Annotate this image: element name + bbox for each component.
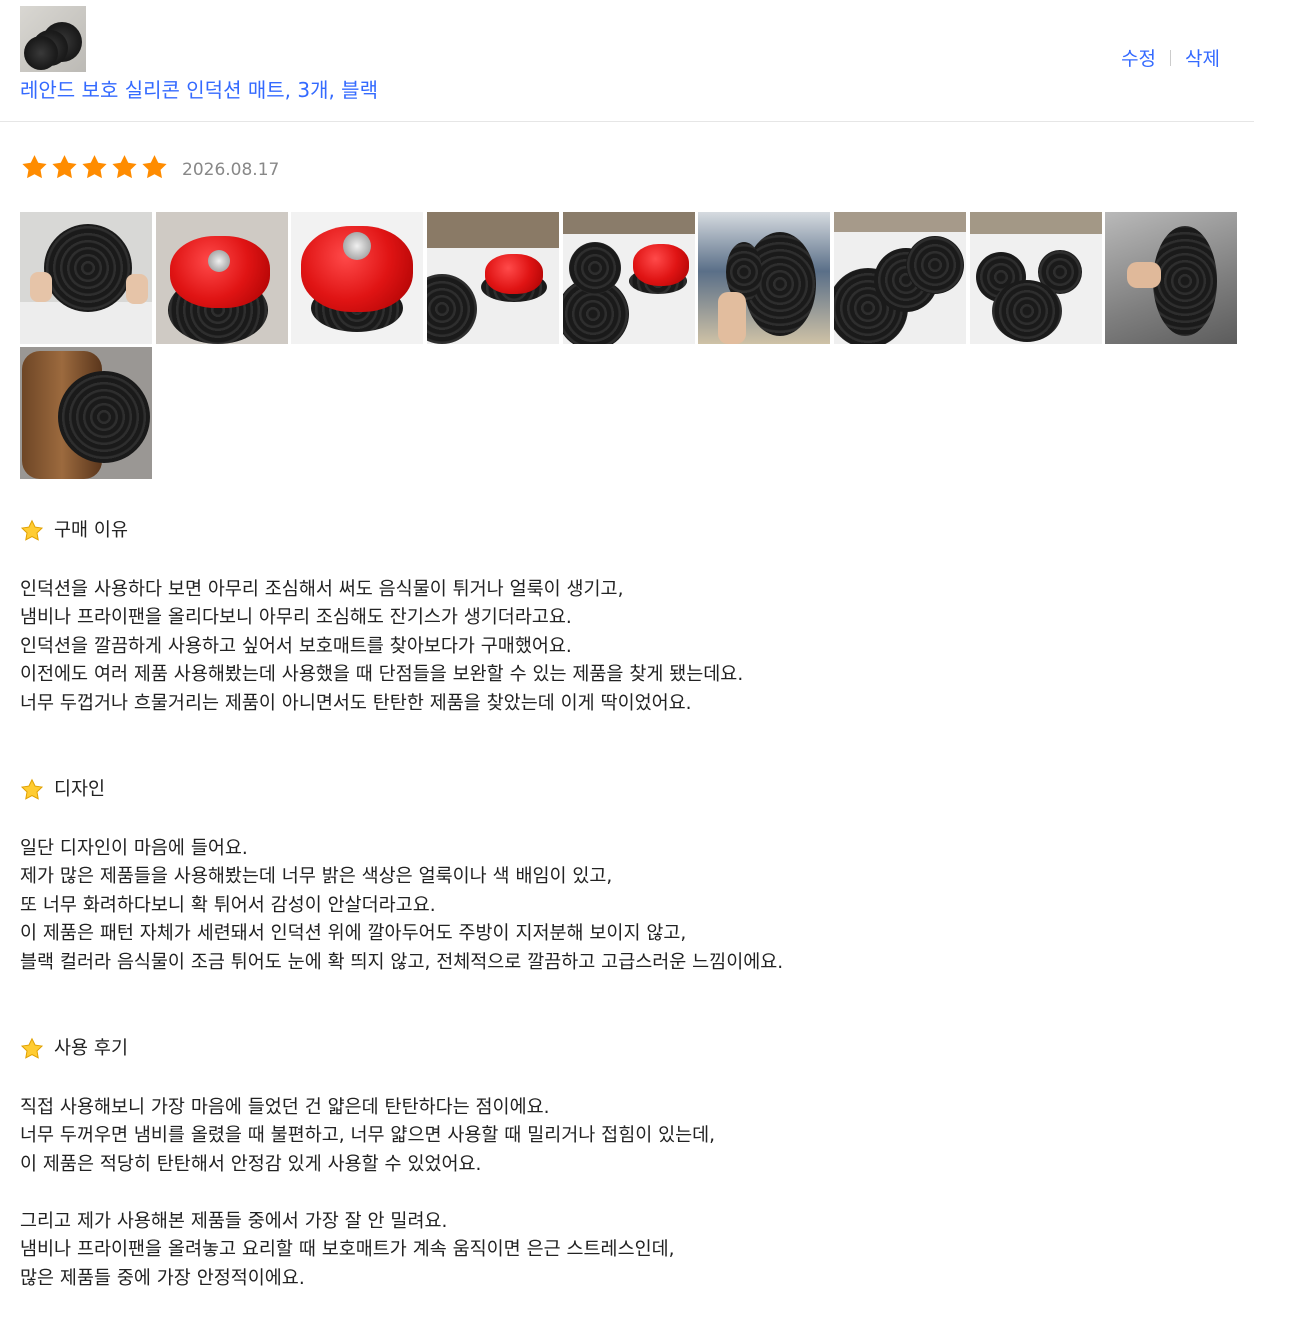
review-photo-3[interactable] [291, 212, 423, 344]
section-title: 사용 후기 [20, 1033, 1240, 1065]
red-pot-shape [170, 236, 270, 308]
lid-knob-shape [343, 232, 371, 260]
review-photo-2[interactable] [156, 212, 288, 344]
review-text-line: 냄비나 프라이팬을 올려놓고 요리할 때 보호매트가 계속 움직이면 은근 스트… [20, 1239, 675, 1260]
mat-shape [992, 280, 1062, 342]
star-emoji-icon [20, 1037, 44, 1059]
red-pot-shape [633, 244, 689, 286]
review-body: 구매 이유인덕션을 사용하다 보면 아무리 조심해서 써도 음식물이 튀거나 얼… [20, 515, 1240, 1293]
mat-shape [1153, 226, 1217, 336]
review-text-line [20, 547, 1240, 576]
review-text-line: 이 제품은 패턴 자체가 세련돼서 인덕션 위에 깔아두어도 주방이 지저분해 … [20, 923, 687, 944]
product-name-link[interactable]: 레안드 보호 실리콘 인덕션 매트, 3개, 블랙 [20, 74, 378, 103]
review-photo-1[interactable] [20, 212, 152, 344]
review-actions: 수정 삭제 [1121, 44, 1220, 71]
review-photo-5[interactable] [563, 212, 695, 344]
review-text-line: 이전에도 여러 제품 사용해봤는데 사용했을 때 단점들을 보완할 수 있는 제… [20, 664, 744, 685]
review-date: 2026.08.17 [182, 159, 280, 180]
mat-shape [569, 242, 621, 294]
review-text-line: 일단 디자인이 마음에 들어요. [20, 837, 248, 859]
review-text-line [20, 806, 1240, 835]
review-photo-8[interactable] [970, 212, 1102, 344]
backsplash [834, 212, 966, 232]
lid-knob-shape [208, 250, 230, 272]
review-text-line: 인덕션을 깔끔하게 사용하고 싶어서 보호매트를 찾아보다가 구매했어요. [20, 635, 572, 657]
review-text-line: 그리고 제가 사용해본 제품들 중에서 가장 잘 안 밀려요. [20, 1210, 448, 1232]
action-divider [1170, 49, 1172, 66]
hand-shape [126, 274, 148, 304]
mat-shape [58, 371, 150, 463]
review-photo-7[interactable] [834, 212, 966, 344]
review-text-line: 인덕션을 사용하다 보면 아무리 조심해서 써도 음식물이 튀거나 얼룩이 생기… [20, 578, 624, 600]
hand-shape [30, 272, 52, 302]
backsplash [970, 212, 1102, 234]
hand-shape [718, 292, 746, 344]
section-title: 구매 이유 [20, 515, 1240, 547]
review-text-line: 또 너무 화려하다보니 확 튀어서 감성이 안살더라고요. [20, 894, 436, 916]
review-photo-10[interactable] [20, 347, 152, 479]
mat-shape [44, 224, 132, 312]
review-text-line: 너무 두껍거나 흐물거리는 제품이 아니면서도 탄탄한 제품을 찾았는데 이게 … [20, 692, 692, 714]
red-pot-shape [485, 254, 543, 294]
mat-shape [24, 36, 58, 70]
review-header: 레안드 보호 실리콘 인덕션 매트, 3개, 블랙 수정 삭제 [0, 0, 1254, 122]
product-thumbnail[interactable] [20, 6, 86, 72]
review-text-line: 너무 두꺼우면 냄비를 올렸을 때 불편하고, 너무 얇으면 사용할 때 밀리거… [20, 1125, 716, 1146]
edit-button[interactable]: 수정 [1121, 44, 1156, 71]
review-text-line: 블랙 컬러라 음식물이 조금 튀어도 눈에 확 띄지 않고, 전체적으로 깔끔하… [20, 951, 784, 973]
review-text-line: 이 제품은 적당히 탄탄해서 안정감 있게 사용할 수 있었어요. [20, 1153, 482, 1175]
rating-star-icon [20, 153, 50, 186]
rating-star-icon [80, 153, 110, 186]
review-text-line: 냄비나 프라이팬을 올리다보니 아무리 조심해도 잔기스가 생기더라고요. [20, 607, 572, 628]
hand-shape [1127, 262, 1161, 288]
section-title-text: 디자인 [54, 778, 106, 800]
star-rating [20, 153, 170, 186]
review-text-line: 많은 제품들 중에 가장 안정적이에요. [20, 1267, 305, 1289]
section-title-text: 구매 이유 [54, 519, 128, 541]
review-photo-6[interactable] [698, 212, 830, 344]
delete-button[interactable]: 삭제 [1185, 44, 1220, 71]
review-text-line [20, 1179, 1240, 1208]
review-photo-4[interactable] [427, 212, 559, 344]
review-photo-9[interactable] [1105, 212, 1237, 344]
rating-star-icon [110, 153, 140, 186]
star-emoji-icon [20, 778, 44, 800]
mat-shape [906, 236, 964, 294]
rating-row: 2026.08.17 [20, 153, 279, 186]
review-text-line: 직접 사용해보니 가장 마음에 들었던 건 얇은데 탄탄하다는 점이에요. [20, 1096, 550, 1118]
rating-star-icon [50, 153, 80, 186]
review-text-line [20, 1065, 1240, 1094]
star-emoji-icon [20, 519, 44, 541]
rating-star-icon [140, 153, 170, 186]
review-text-line: 제가 많은 제품들을 사용해봤는데 너무 밝은 색상은 얼룩이나 색 배임이 있… [20, 866, 613, 887]
section-title: 디자인 [20, 774, 1240, 806]
section-title-text: 사용 후기 [54, 1037, 128, 1059]
